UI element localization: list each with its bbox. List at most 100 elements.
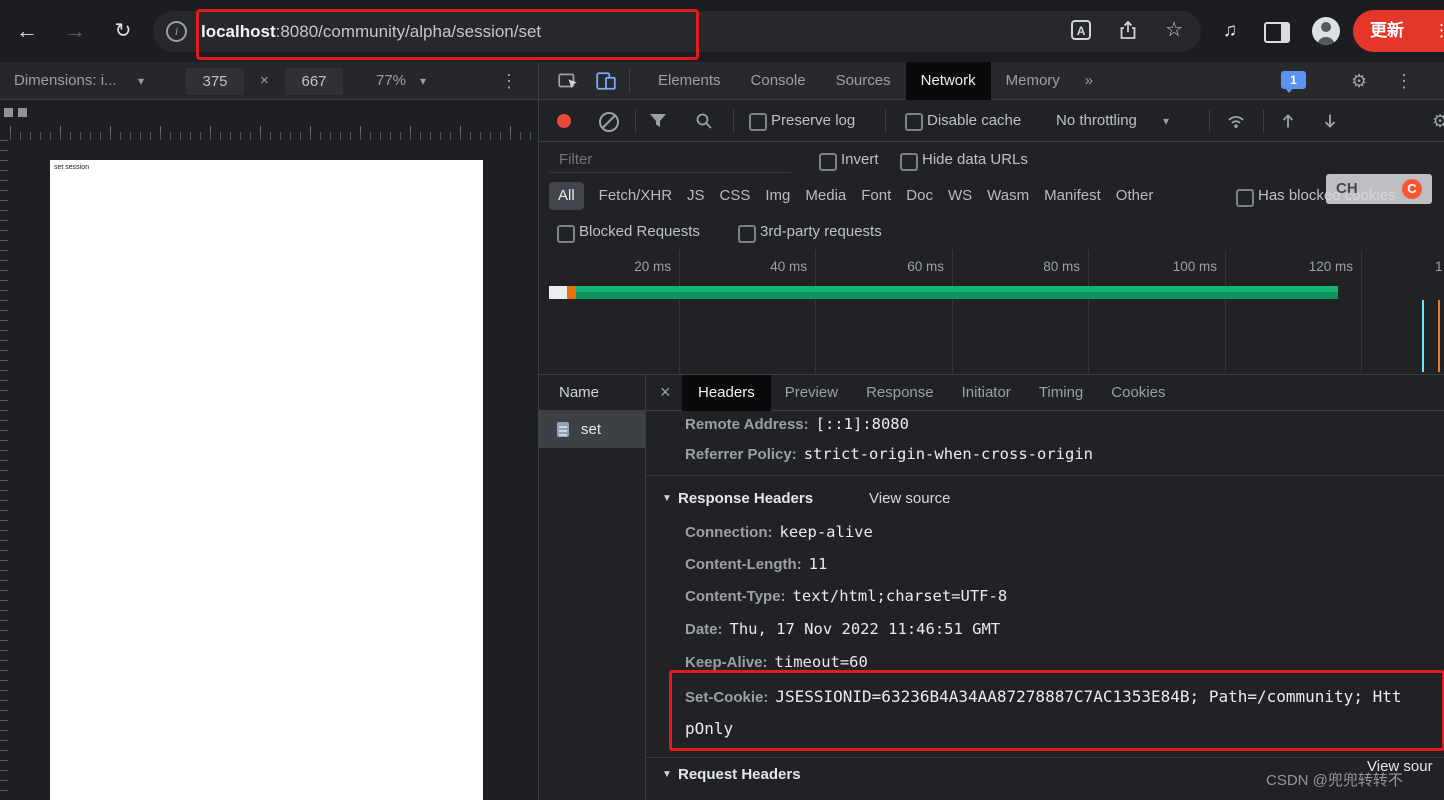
network-settings-gear-icon[interactable]: ⚙ [1432,100,1444,142]
name-column-header[interactable]: Name [539,375,645,411]
address-bar[interactable]: i localhost:8080/community/alpha/session… [153,11,1201,52]
view-source-link[interactable]: View source [869,487,950,511]
translate-icon[interactable]: A [1071,20,1092,40]
preserve-log-checkbox[interactable] [749,113,767,131]
toolbar-divider [1209,110,1210,132]
update-button[interactable]: 更新 ⋮ [1353,10,1444,52]
profile-avatar[interactable] [1312,17,1340,45]
tab-timing[interactable]: Timing [1025,375,1097,411]
type-filter-manifest[interactable]: Manifest [1044,182,1101,210]
header-name: Referrer Policy: [685,446,797,463]
tab-headers[interactable]: Headers [682,375,771,411]
timeline-gridline [1088,250,1089,375]
device-toolbar-toggle-icon[interactable] [595,70,617,92]
vertical-ruler-ticks [0,140,8,800]
clear-network-log-icon[interactable] [599,112,619,132]
has-blocked-cookies-checkbox[interactable] [1236,189,1254,207]
throttling-dropdown[interactable]: No throttling [1056,100,1137,142]
devtools-panel: Elements Console Sources Network Memory … [538,62,1444,800]
tab-console[interactable]: Console [736,62,821,100]
type-filter-other[interactable]: Other [1116,182,1154,210]
toolbar-divider [629,69,630,93]
reload-button[interactable]: ↻ [108,16,138,46]
tab-preview[interactable]: Preview [771,375,852,411]
tab-memory[interactable]: Memory [991,62,1075,100]
screenshot-badge-text: CH [1336,180,1358,197]
issues-badge[interactable]: 1 [1281,71,1306,93]
headers-panel-content[interactable]: Remote Address: [::1]:8080 Referrer Polic… [646,411,1444,800]
hide-data-urls-checkbox[interactable] [900,153,918,171]
type-filter-js[interactable]: JS [687,182,705,210]
device-toolbar: Dimensions: i... ▾ × 77% ▾ ⋮ [0,62,538,100]
bookmark-star-icon[interactable]: ☆ [1165,20,1183,40]
header-row-remote-address: Remote Address: [::1]:8080 [685,411,1437,437]
tab-initiator[interactable]: Initiator [948,375,1025,411]
tab-overflow-icon[interactable]: » [1075,62,1103,100]
timeline-gridline [1361,250,1362,375]
omnibox-actions: A ☆ [1071,20,1183,40]
type-filter-css[interactable]: CSS [720,182,751,210]
disclosure-triangle-icon[interactable]: ▼ [662,487,672,511]
header-name: Remote Address: [685,416,809,433]
csdn-logo: C [1402,179,1422,199]
type-filter-media[interactable]: Media [805,182,846,210]
site-info-icon[interactable]: i [166,21,187,42]
overview-bar-waiting-segment [549,286,567,299]
dimensions-dropdown[interactable]: Dimensions: i... [14,62,117,100]
tab-cookies[interactable]: Cookies [1097,375,1179,411]
filter-input[interactable] [549,146,791,173]
response-headers-section-header[interactable]: ▼ Response Headers View source [646,487,1444,511]
emulated-page[interactable]: set session [50,160,483,800]
domcontentloaded-marker-line [1422,300,1424,372]
tab-sources[interactable]: Sources [821,62,906,100]
device-emulation-pane: Dimensions: i... ▾ × 77% ▾ ⋮ set session [0,62,538,800]
media-controls-icon[interactable]: ♫ [1215,16,1245,46]
header-value: keep-alive [779,523,873,541]
browser-menu-icon[interactable]: ⋮ [1433,10,1444,52]
inspect-element-icon[interactable] [557,70,579,92]
zoom-dropdown[interactable]: 77% [376,62,406,100]
device-width-input[interactable] [186,68,244,95]
disclosure-triangle-icon[interactable]: ▼ [662,763,672,787]
type-filter-all[interactable]: All [549,182,584,210]
response-headers-title: Response Headers [678,490,814,507]
record-button[interactable] [557,114,571,128]
devtools-menu-icon[interactable]: ⋮ [1395,62,1413,100]
type-filter-doc[interactable]: Doc [906,182,933,210]
device-toolbar-menu-icon[interactable]: ⋮ [500,62,518,100]
third-party-requests-checkbox[interactable] [738,225,756,243]
request-headers-title: Request Headers [678,766,801,783]
type-filter-wasm[interactable]: Wasm [987,182,1029,210]
blocked-requests-checkbox[interactable] [557,225,575,243]
search-icon[interactable] [695,112,713,130]
header-value: 11 [808,555,828,573]
export-har-icon[interactable] [1321,112,1339,130]
request-details-tabbar: × Headers Preview Response Initiator Tim… [646,375,1444,411]
invert-checkbox[interactable] [819,153,837,171]
preserve-log-label: Preserve log [771,112,856,129]
header-row-connection: Connection: keep-alive [685,519,1437,545]
tab-network[interactable]: Network [905,62,991,100]
tab-elements[interactable]: Elements [643,62,736,100]
tab-response[interactable]: Response [852,375,948,411]
overview-bar-green-segment [576,286,1338,299]
header-name: Connection: [685,524,773,541]
network-conditions-icon[interactable] [1227,112,1245,130]
import-har-icon[interactable] [1279,112,1297,130]
side-panel-icon[interactable] [1264,22,1290,43]
forward-button[interactable]: → [60,16,90,46]
request-row-selected[interactable]: set [539,411,645,448]
type-filter-img[interactable]: Img [765,182,790,210]
close-details-icon[interactable]: × [660,375,671,410]
share-icon[interactable] [1118,20,1138,40]
type-filter-ws[interactable]: WS [948,182,972,210]
request-name-label: set [581,421,602,438]
type-filter-fetch-xhr[interactable]: Fetch/XHR [599,182,672,210]
type-filter-font[interactable]: Font [861,182,891,210]
disable-cache-checkbox[interactable] [905,113,923,131]
devtools-settings-gear-icon[interactable]: ⚙ [1351,62,1367,100]
filter-icon[interactable] [649,113,667,129]
network-overview-timeline[interactable]: 20 ms 40 ms 60 ms 80 ms 100 ms 120 ms 1 [539,250,1444,375]
device-height-input[interactable] [285,68,343,95]
back-button[interactable]: ← [12,16,42,46]
